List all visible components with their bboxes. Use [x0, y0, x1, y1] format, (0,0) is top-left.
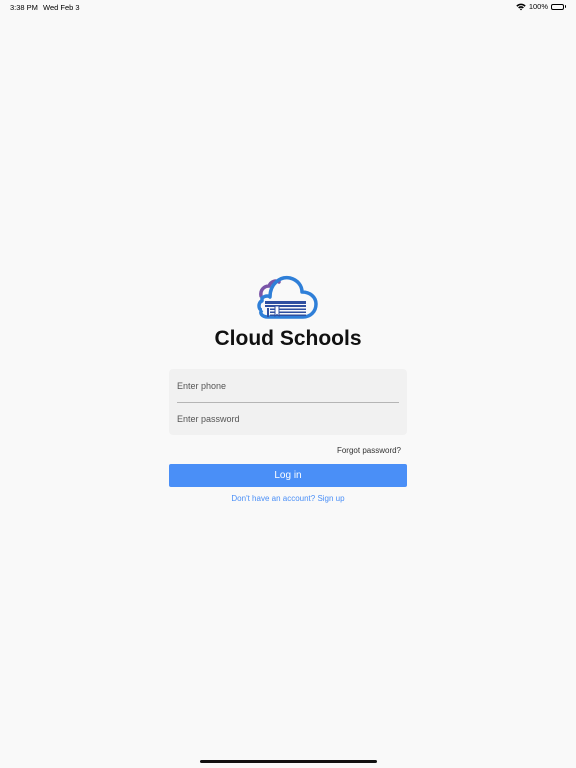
wifi-icon [516, 3, 526, 11]
signup-link-container: Don't have an account? Sign up [0, 494, 576, 503]
login-form [169, 369, 407, 435]
login-button[interactable]: Log in [169, 464, 407, 487]
password-field-container [169, 402, 407, 435]
phone-input[interactable] [177, 369, 399, 402]
status-date: Wed Feb 3 [43, 3, 80, 12]
cloud-book-logo [256, 274, 320, 322]
signup-link[interactable]: Don't have an account? Sign up [231, 494, 344, 503]
app-title: Cloud Schools [214, 327, 362, 350]
password-input[interactable] [177, 402, 399, 435]
battery-percent: 100% [528, 2, 548, 11]
phone-field-container [169, 369, 407, 402]
battery-icon [551, 3, 566, 10]
status-bar: 3:38 PM Wed Feb 3 100% [0, 0, 576, 14]
status-time: 3:38 PM [10, 3, 38, 12]
status-indicators: 100% [516, 2, 566, 11]
home-indicator [200, 760, 377, 763]
forgot-password-link[interactable]: Forgot password? [337, 446, 401, 455]
